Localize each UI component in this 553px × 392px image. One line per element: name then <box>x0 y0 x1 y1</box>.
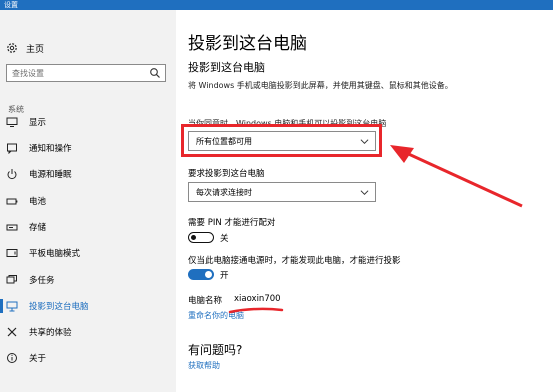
request-value: 每次请求连接时 <box>196 188 252 197</box>
power-label: 仅当此电脑接通电源时，才能发现此电脑，才能进行投影 <box>188 256 401 266</box>
sidebar-item-8[interactable]: 投影到这台电脑 <box>0 296 176 316</box>
page-title: 投影到这台电脑 <box>188 34 307 54</box>
power-state-label: 开 <box>220 271 229 281</box>
toggle-knob <box>191 235 196 240</box>
active-indicator <box>0 299 3 313</box>
toggle-knob <box>205 271 212 278</box>
section-title: 投影到这台电脑 <box>188 61 265 74</box>
chevron-down-icon <box>360 190 369 196</box>
request-dropdown[interactable]: 每次请求连接时 <box>188 182 376 202</box>
help-title: 有问题吗? <box>188 343 243 357</box>
battery-icon <box>5 195 18 208</box>
sidebar-item-label: 多任务 <box>29 276 55 286</box>
window-title: 设置 <box>4 1 18 9</box>
request-label: 要求投影到这台电脑 <box>188 169 265 179</box>
sidebar-item-6[interactable]: 平板电脑模式 <box>0 243 176 263</box>
pin-state-label: 关 <box>220 234 229 244</box>
sidebar-item-3[interactable]: 电源和睡眠 <box>0 164 176 184</box>
sidebar-item-label: 共享的体验 <box>29 328 72 338</box>
search-icon[interactable] <box>149 67 161 79</box>
tablet-icon <box>5 247 18 260</box>
sidebar-item-label: 平板电脑模式 <box>29 249 81 259</box>
pin-toggle[interactable] <box>188 232 214 243</box>
notification-icon <box>5 142 18 155</box>
share-icon <box>5 326 18 339</box>
gear-icon <box>7 43 17 53</box>
annotation-arrow <box>390 145 523 208</box>
sidebar: 主页 查找设置 系统 显示 通知和操作 电源和睡眠 电池 存储 平板电脑模式 多任务 投影到这… <box>0 10 176 392</box>
description-text: 将 Windows 手机或电脑投影到此屏幕，并使用其键盘、鼠标和其他设备。 <box>188 81 453 90</box>
sidebar-item-1[interactable]: 显示 <box>0 112 176 132</box>
sidebar-item-label: 投影到这台电脑 <box>29 302 89 312</box>
monitor-icon <box>5 116 18 129</box>
get-help-link[interactable]: 获取帮助 <box>188 360 220 371</box>
sidebar-item-7[interactable]: 多任务 <box>0 270 176 290</box>
sidebar-item-label: 电源和睡眠 <box>29 170 72 180</box>
power-toggle[interactable] <box>188 269 214 280</box>
sidebar-item-label: 存储 <box>29 223 47 233</box>
sidebar-item-label: 关于 <box>29 354 47 364</box>
home-label: 主页 <box>26 44 45 55</box>
power-icon <box>5 168 18 181</box>
search-input[interactable]: 查找设置 <box>6 64 166 82</box>
storage-icon <box>5 221 18 234</box>
sidebar-item-5[interactable]: 存储 <box>0 217 176 237</box>
multitask-icon <box>5 274 18 287</box>
pin-label: 需要 PIN 才能进行配对 <box>188 218 276 228</box>
pc-name-value: xiaoxin700 <box>234 294 281 304</box>
sidebar-item-label: 显示 <box>29 118 47 128</box>
search-placeholder: 查找设置 <box>12 69 44 78</box>
sidebar-item-9[interactable]: 共享的体验 <box>0 322 176 342</box>
sidebar-item-label: 通知和操作 <box>29 144 72 154</box>
pc-name-label: 电脑名称 <box>188 296 223 306</box>
annotation-underline <box>228 307 284 314</box>
project-icon <box>5 300 18 313</box>
sidebar-item-10[interactable]: 关于 <box>0 348 176 368</box>
sidebar-item-label: 电池 <box>29 197 47 207</box>
title-bar: 设置 <box>0 0 553 10</box>
sidebar-item-4[interactable]: 电池 <box>0 191 176 211</box>
info-icon <box>5 352 18 365</box>
home-nav-item[interactable]: 主页 <box>6 39 44 57</box>
highlight-box <box>181 124 382 157</box>
sidebar-item-2[interactable]: 通知和操作 <box>0 138 176 158</box>
